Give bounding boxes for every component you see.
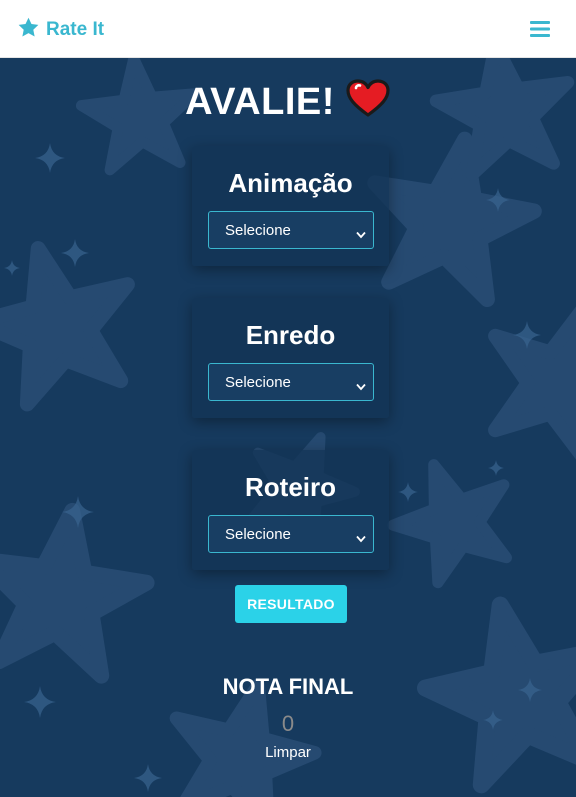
category-card-animacao: Animação Selecione	[192, 146, 389, 266]
chevron-down-icon	[356, 530, 366, 543]
page-title: AVALIE!	[0, 78, 576, 124]
page-title-text: AVALIE!	[185, 81, 335, 123]
select-value: Selecione	[225, 525, 291, 543]
category-card-roteiro: Roteiro Selecione	[192, 450, 389, 570]
brand-link[interactable]: Rate It	[17, 17, 104, 43]
brand-label: Rate It	[46, 19, 105, 40]
navbar: Rate It	[0, 0, 576, 58]
hamburger-menu-icon	[530, 21, 550, 42]
chevron-down-icon	[356, 378, 366, 391]
category-card-enredo: Enredo Selecione	[192, 298, 389, 418]
menu-button[interactable]	[530, 20, 550, 38]
animacao-select[interactable]: Selecione	[208, 211, 374, 249]
red-heart-icon	[345, 78, 391, 118]
select-value: Selecione	[225, 221, 291, 239]
main-content: AVALIE! Animação Selecione Enredo Seleci…	[0, 58, 576, 797]
clear-link[interactable]: Limpar	[0, 744, 576, 761]
final-score-value: 0	[281, 711, 295, 736]
star-icon	[17, 16, 40, 45]
roteiro-select[interactable]: Selecione	[208, 515, 374, 553]
select-value: Selecione	[225, 373, 291, 391]
category-label: Roteiro	[245, 472, 336, 502]
final-score-title: NOTA FINAL	[222, 674, 354, 699]
result-button[interactable]: RESULTADO	[235, 585, 347, 623]
enredo-select[interactable]: Selecione	[208, 363, 374, 401]
category-label: Animação	[228, 168, 353, 198]
chevron-down-icon	[356, 226, 366, 239]
category-label: Enredo	[245, 320, 336, 350]
